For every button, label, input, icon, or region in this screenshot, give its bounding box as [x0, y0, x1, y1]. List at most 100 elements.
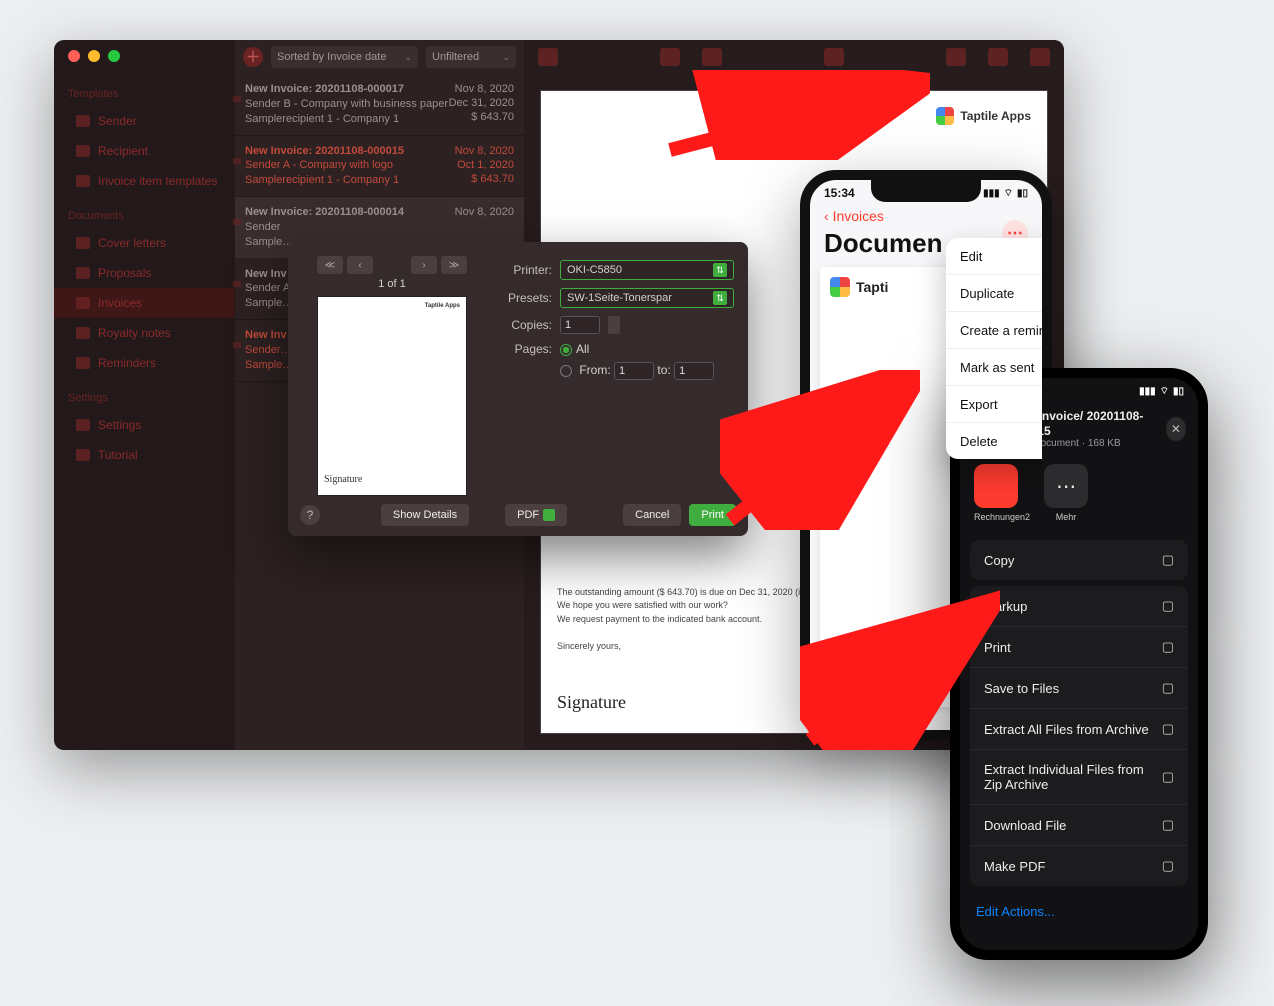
- action-label: Download File: [984, 818, 1066, 833]
- close-button[interactable]: ✕: [1166, 417, 1186, 441]
- copies-input[interactable]: [560, 316, 600, 334]
- chevron-down-icon: ⌄: [502, 52, 510, 63]
- pages-to-label: to:: [657, 363, 670, 377]
- invoice-row[interactable]: New Invoice: 20201108-000017 Sender B - …: [235, 74, 524, 136]
- pdf-label: PDF: [517, 509, 539, 521]
- print-button[interactable]: Print: [689, 504, 736, 526]
- share-action-markup[interactable]: Markup ▢: [970, 586, 1188, 627]
- context-menu-duplicate[interactable]: Duplicate▢: [946, 275, 1052, 312]
- share-group-copy: Copy▢: [970, 540, 1188, 580]
- clipboard-icon[interactable]: [660, 48, 680, 66]
- pages-from-input[interactable]: [614, 362, 654, 380]
- battery-icon: ▮▯: [1173, 386, 1184, 397]
- pages-range-radio[interactable]: [560, 365, 572, 377]
- sidebar-section-documents: Documents: [54, 196, 234, 228]
- action-label: Print: [984, 640, 1011, 655]
- menu-label: Create a reminder: [960, 323, 1052, 338]
- printer-select[interactable]: OKI-C5850⇅: [560, 260, 734, 280]
- envelope-icon: [233, 96, 241, 102]
- status-icons: ▮▮▮ ⌔ ▮▯: [1139, 385, 1184, 398]
- sidebar-item-label: Invoices: [98, 296, 142, 310]
- filter-popup[interactable]: Unfiltered ⌄: [426, 46, 516, 68]
- context-menu-delete[interactable]: Delete▢: [946, 423, 1052, 459]
- sidebar-item-tutorial[interactable]: Tutorial: [54, 440, 234, 470]
- taptile-icon: [936, 107, 954, 125]
- battery-icon: ▮▯: [1017, 188, 1028, 199]
- invoice-row[interactable]: New Invoice: 20201108-000015 Sender A - …: [235, 136, 524, 198]
- share-app[interactable]: Rechnungen2: [974, 464, 1030, 522]
- last-page-button[interactable]: ≫: [441, 256, 467, 274]
- sort-popup[interactable]: Sorted by Invoice date⌄: [271, 46, 418, 68]
- share-action-copy[interactable]: Copy▢: [970, 540, 1188, 580]
- share-action-print[interactable]: Print▢: [970, 627, 1188, 668]
- menu-label: Export: [960, 397, 998, 412]
- cancel-button[interactable]: Cancel: [623, 504, 681, 526]
- print-thumbnail: Taptile Apps Signature: [317, 296, 467, 496]
- pages-all-radio[interactable]: [560, 344, 572, 356]
- prev-page-button[interactable]: ‹: [347, 256, 373, 274]
- pages-to-input[interactable]: [674, 362, 714, 380]
- sidebar-item-cover-letters[interactable]: Cover letters: [54, 228, 234, 258]
- edit-icon[interactable]: [538, 48, 558, 66]
- next-page-button[interactable]: ›: [411, 256, 437, 274]
- share-action-save-to-files[interactable]: Save to Files▢: [970, 668, 1188, 709]
- zoom-window-button[interactable]: [108, 50, 120, 62]
- printer-icon[interactable]: [988, 48, 1008, 66]
- sidebar-item-royalty-notes[interactable]: Royalty notes: [54, 318, 234, 348]
- sidebar-item-proposals[interactable]: Proposals: [54, 258, 234, 288]
- chevron-down-icon: ⌄: [404, 52, 412, 63]
- share-action-extract-all-files-from-archive[interactable]: Extract All Files from Archive▢: [970, 709, 1188, 750]
- markup-icon: ▢: [1162, 598, 1174, 614]
- first-page-button[interactable]: ≪: [317, 256, 343, 274]
- send-icon[interactable]: [824, 48, 844, 66]
- context-menu-create-a-reminder[interactable]: Create a reminder▢: [946, 312, 1052, 349]
- sidebar-item-invoice-templates[interactable]: Invoice item templates: [54, 166, 234, 196]
- edit-actions-button[interactable]: Edit Actions...: [960, 892, 1198, 931]
- menu-label: Duplicate: [960, 286, 1014, 301]
- sidebar-item-settings[interactable]: Settings: [54, 410, 234, 440]
- share-action-download-file[interactable]: Download File ▢: [970, 805, 1188, 846]
- trash-icon[interactable]: [946, 48, 966, 66]
- recipient-icon: [76, 145, 90, 157]
- sidebar-item-label: Tutorial: [98, 448, 138, 462]
- minimize-window-button[interactable]: [88, 50, 100, 62]
- sidebar-item-label: Invoice item templates: [98, 174, 217, 188]
- filter-label: Unfiltered: [432, 51, 479, 63]
- context-menu-export[interactable]: Export▢: [946, 386, 1052, 423]
- action-label: Markup: [984, 599, 1027, 614]
- sidebar-item-recipient[interactable]: Recipient: [54, 136, 234, 166]
- back-label: Invoices: [833, 208, 884, 224]
- share-action-make-pdf[interactable]: Make PDF▢: [970, 846, 1188, 886]
- invoice-date: Nov 8, 2020: [455, 205, 514, 220]
- chevron-updown-icon: ⇅: [713, 263, 727, 277]
- context-menu-edit[interactable]: Edit▢: [946, 238, 1052, 275]
- add-invoice-button[interactable]: ＋: [243, 47, 263, 67]
- sidebar-item-label: Royalty notes: [98, 326, 171, 340]
- sidebar-item-sender[interactable]: Sender: [54, 106, 234, 136]
- sidebar-item-invoices[interactable]: Invoices: [54, 288, 234, 318]
- share-action-extract-individual-files-from-zip-archive[interactable]: Extract Individual Files from Zip Archiv…: [970, 750, 1188, 805]
- context-menu-mark-as-sent[interactable]: Mark as sent▢: [946, 349, 1052, 386]
- copies-label: Copies:: [496, 318, 552, 332]
- share-app[interactable]: ⋯Mehr: [1044, 464, 1088, 522]
- note-icon[interactable]: [702, 48, 722, 66]
- sidebar-item-label: Proposals: [98, 266, 151, 280]
- copies-stepper[interactable]: [608, 316, 620, 334]
- action-label: Extract Individual Files from Zip Archiv…: [984, 762, 1162, 792]
- spinner-icon: ▢: [1162, 769, 1174, 785]
- download-icon: ▢: [1162, 817, 1174, 833]
- show-details-button[interactable]: Show Details: [381, 504, 469, 526]
- app-label: Rechnungen2: [974, 512, 1030, 522]
- list-toolbar: ＋ Sorted by Invoice date⌄ Unfiltered ⌄: [235, 40, 524, 74]
- pdf-dropdown-button[interactable]: PDF: [505, 504, 567, 526]
- doc-icon: [76, 297, 90, 309]
- envelope-icon: [233, 219, 241, 225]
- help-button[interactable]: ?: [300, 505, 320, 525]
- signal-icon: ▮▮▮: [983, 188, 1000, 199]
- presets-select[interactable]: SW-1Seite-Tonerspar⇅: [560, 288, 734, 308]
- folder-icon: ▢: [1162, 680, 1174, 696]
- sidebar-item-label: Recipient: [98, 144, 148, 158]
- sidebar-item-reminders[interactable]: Reminders: [54, 348, 234, 378]
- export-icon[interactable]: [1030, 48, 1050, 66]
- close-window-button[interactable]: [68, 50, 80, 62]
